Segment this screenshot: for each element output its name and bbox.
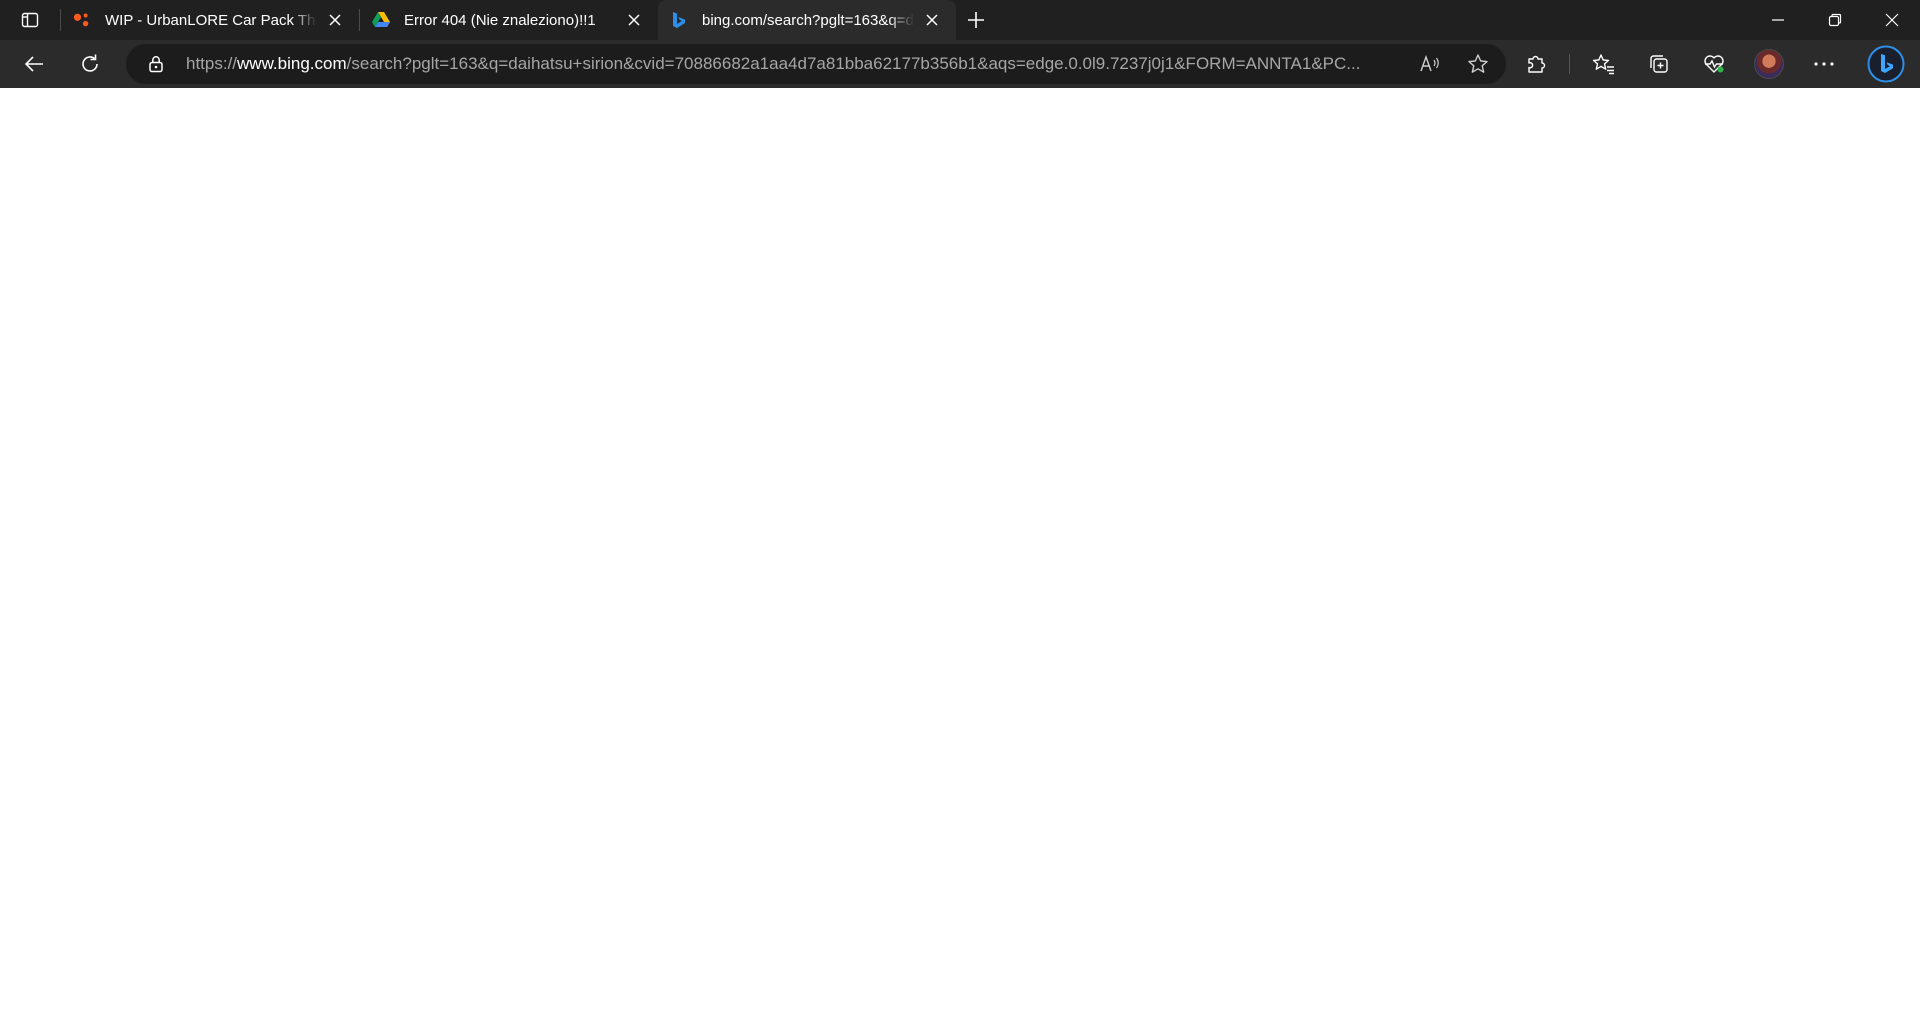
toolbar: https://www.bing.com/search?pglt=163&q=d…: [0, 40, 1920, 88]
refresh-icon: [82, 54, 98, 72]
performance-button[interactable]: [1696, 46, 1732, 82]
tab-bing-search[interactable]: bing.com/search?pglt=163&q=daihatsu: [658, 0, 956, 40]
more-icon: [1814, 62, 1834, 66]
google-drive-icon: [372, 11, 390, 29]
tab-title: WIP - UrbanLORE Car Pack Thread: [105, 11, 317, 29]
tab-title: Error 404 (Nie znaleziono)!!1: [404, 11, 596, 29]
close-icon: [329, 14, 341, 26]
close-icon: [926, 14, 938, 26]
url-path: /search?pglt=163&q=daihatsu+sirion&cvid=…: [346, 54, 1361, 73]
restore-icon: [1828, 13, 1841, 27]
collections-button[interactable]: [1641, 46, 1677, 82]
address-bar[interactable]: https://www.bing.com/search?pglt=163&q=d…: [126, 44, 1506, 84]
puzzle-icon: [1528, 55, 1546, 73]
plus-icon: [968, 12, 984, 28]
read-aloud-button[interactable]: [1412, 46, 1448, 82]
back-arrow-icon: [24, 56, 43, 72]
profile-button[interactable]: [1751, 46, 1787, 82]
copilot-button[interactable]: [1866, 44, 1906, 84]
toolbar-right: [1518, 46, 1861, 82]
favorites-button[interactable]: [1586, 46, 1622, 82]
minimize-icon: [1771, 19, 1784, 21]
bing-copilot-icon: [1867, 45, 1905, 83]
refresh-button[interactable]: [72, 46, 108, 82]
add-favorite-button[interactable]: [1460, 46, 1496, 82]
tab-strip: WIP - UrbanLORE Car Pack Thread Error 40…: [0, 0, 1920, 40]
new-tab-button[interactable]: [956, 0, 996, 40]
tab-close-button[interactable]: [323, 8, 347, 32]
tab-title: bing.com/search?pglt=163&q=daihatsu: [702, 11, 914, 29]
extensions-button[interactable]: [1518, 46, 1554, 82]
minimize-button[interactable]: [1749, 0, 1806, 40]
close-icon: [628, 14, 640, 26]
tab-actions-icon: [21, 12, 39, 28]
read-aloud-icon: [1420, 54, 1439, 72]
url-scheme: https://: [186, 54, 238, 73]
restore-button[interactable]: [1806, 0, 1863, 40]
collections-icon: [1650, 55, 1668, 73]
star-icon: [1468, 54, 1488, 73]
url-host: www.bing.com: [237, 54, 347, 73]
close-window-button[interactable]: [1863, 0, 1920, 40]
avatar: [1754, 49, 1784, 79]
tab-close-button[interactable]: [920, 8, 944, 32]
page-content[interactable]: [0, 88, 1920, 1020]
window-controls: [1749, 0, 1920, 40]
tab-error-404[interactable]: Error 404 (Nie znaleziono)!!1: [360, 0, 658, 40]
tab-actions-button[interactable]: [0, 0, 60, 40]
close-icon: [1885, 13, 1898, 27]
lock-icon: [149, 56, 163, 73]
address-bar-actions: [1400, 46, 1496, 82]
url-text[interactable]: https://www.bing.com/search?pglt=163&q=d…: [186, 54, 1400, 74]
heart-pulse-icon: [1704, 55, 1724, 73]
orange-dots-icon: [73, 11, 91, 29]
favorites-icon: [1592, 54, 1614, 75]
site-info-button[interactable]: [136, 44, 176, 84]
toolbar-separator: [1569, 54, 1570, 74]
tab-close-button[interactable]: [622, 8, 646, 32]
back-button[interactable]: [16, 46, 52, 82]
more-button[interactable]: [1806, 46, 1842, 82]
tab-urbanlore[interactable]: WIP - UrbanLORE Car Pack Thread: [61, 0, 359, 40]
bing-icon: [670, 11, 688, 29]
